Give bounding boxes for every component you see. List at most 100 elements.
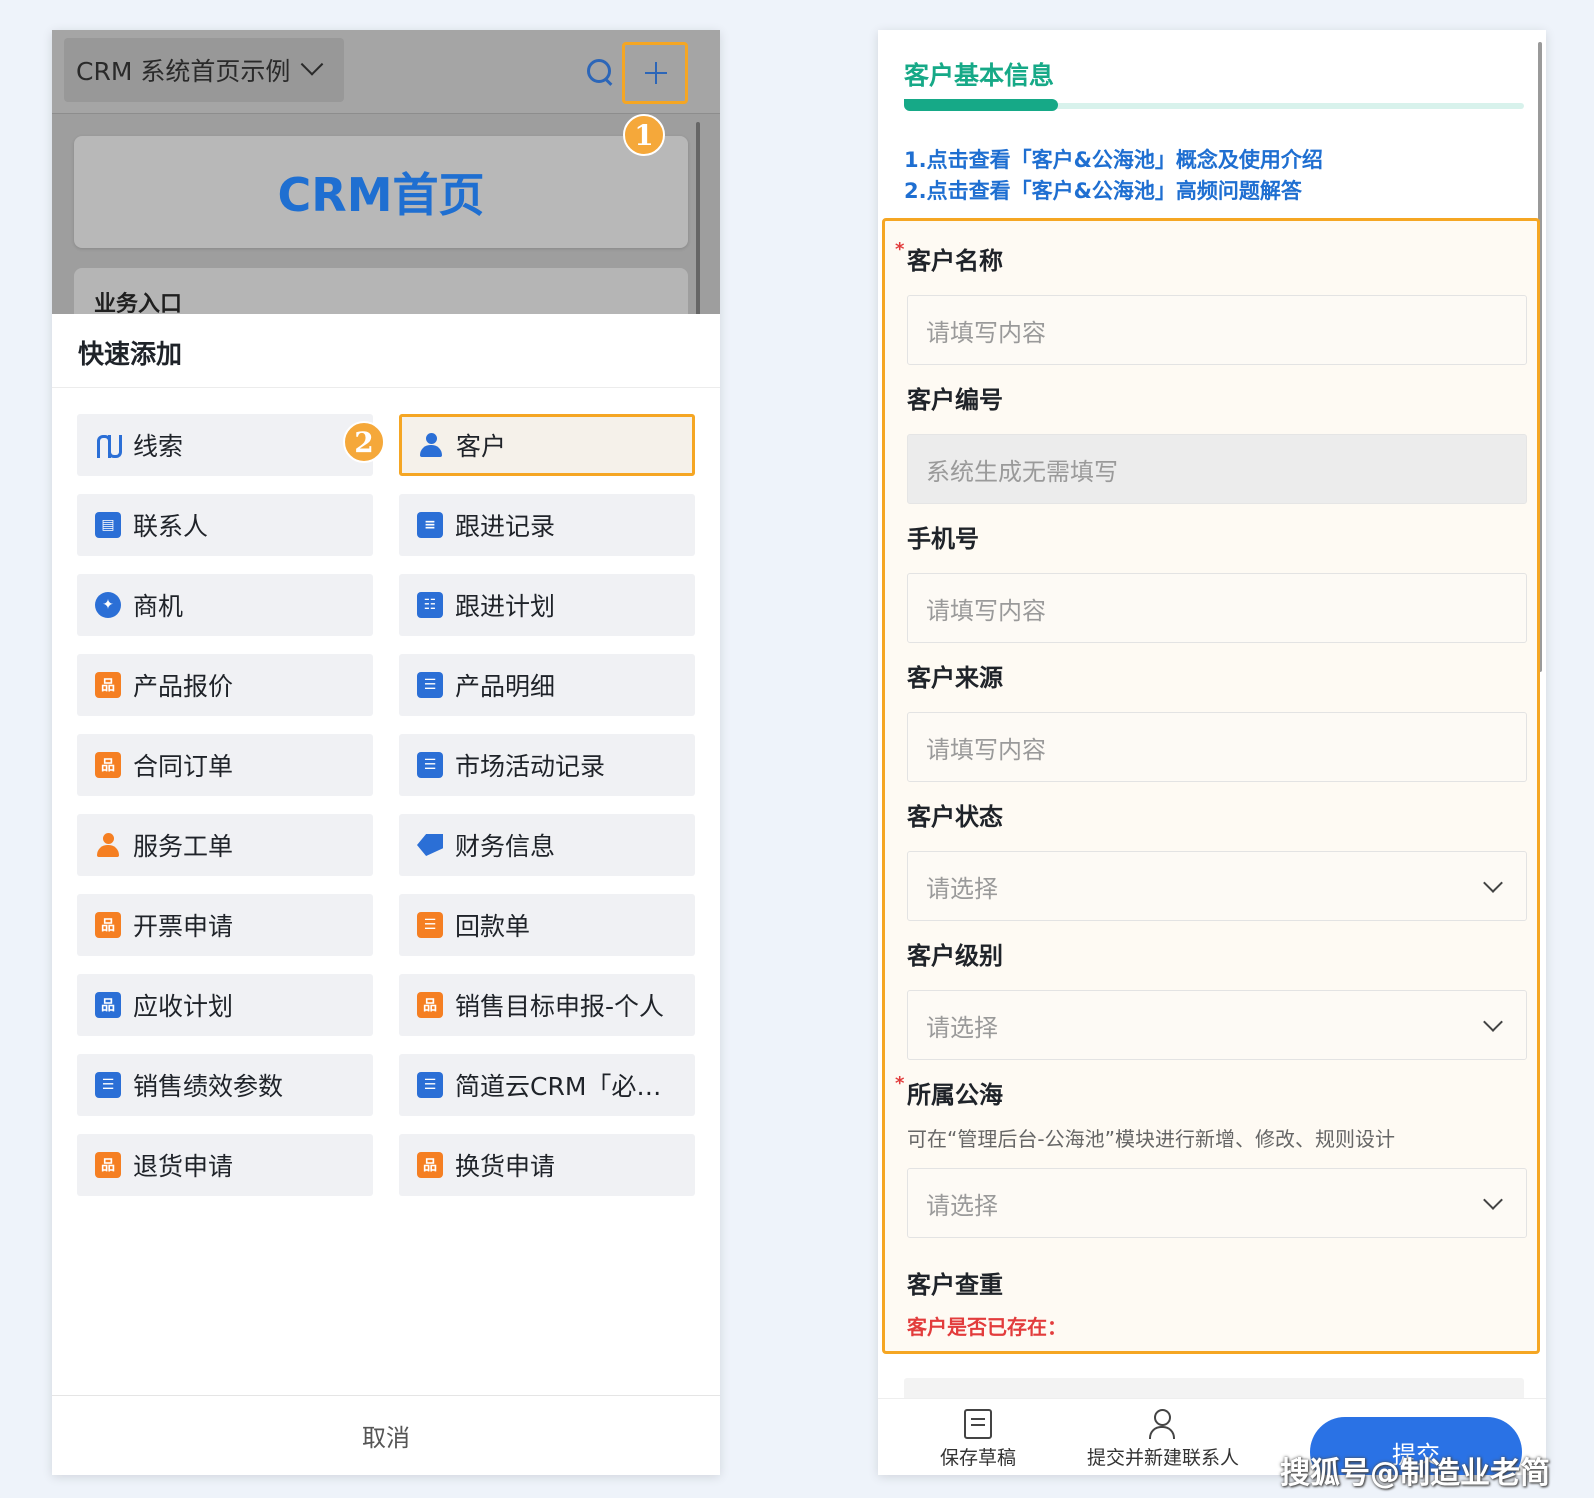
field-duplicate-check: 客户查重 (907, 1265, 1527, 1299)
field-label: 客户编号 (907, 386, 1003, 414)
field-label: 客户状态 (907, 803, 1003, 831)
item-label: 退货申请 (133, 1152, 234, 1181)
item-label: 产品报价 (133, 672, 234, 701)
item-label: 跟进记录 (455, 512, 556, 541)
placeholder: 系统生成无需填写 (926, 457, 1118, 486)
field-customer-number: 客户编号 系统生成无需填写 (907, 380, 1527, 504)
quick-add-opportunity[interactable]: ✦ 商机 (77, 574, 373, 636)
step-badge-1: 1 (623, 114, 665, 156)
quick-add-product-quote[interactable]: 品产品报价 (77, 654, 373, 716)
item-label: 跟进计划 (455, 592, 556, 621)
submit-and-new-contact-button[interactable]: 提交并新建联系人 (1078, 1409, 1248, 1470)
field-label: 客户来源 (907, 664, 1003, 692)
quick-add-return-request[interactable]: 品退货申请 (77, 1134, 373, 1196)
field-label: 客户名称 (907, 247, 1003, 275)
chevron-down-icon (1483, 1190, 1503, 1210)
quick-add-contact[interactable]: ▤ 联系人 (77, 494, 373, 556)
item-label: 商机 (133, 592, 184, 621)
quick-add-lead[interactable]: 线索 (77, 414, 373, 476)
quick-add-service-ticket[interactable]: 服务工单 (77, 814, 373, 876)
quick-add-screen: CRM 系统首页示例 CRM首页 业务入口 快速添加 线索 客户 ▤ 联系人 ≡ 跟… (52, 30, 720, 1475)
phone-input[interactable]: 请填写内容 (907, 573, 1527, 643)
customer-status-select[interactable]: 请选择 (907, 851, 1527, 921)
item-label: 合同订单 (133, 752, 234, 781)
item-label: 产品明细 (455, 672, 556, 701)
public-pool-select[interactable]: 请选择 (907, 1168, 1527, 1238)
item-label: 财务信息 (455, 832, 556, 861)
quick-add-sales-performance[interactable]: ☰ 销售绩效参数 (77, 1054, 373, 1116)
quick-add-follow-plan[interactable]: ☷ 跟进计划 (399, 574, 695, 636)
calendar-icon: ☷ (417, 592, 443, 618)
quick-add-contract-order[interactable]: 品合同订单 (77, 734, 373, 796)
list-doc-icon: ☰ (417, 1072, 443, 1098)
customer-icon (418, 432, 444, 458)
quick-add-customer[interactable]: 客户 (399, 414, 695, 476)
org-doc-icon: 品 (95, 912, 121, 938)
scrollbar[interactable] (696, 122, 700, 320)
customer-source-input[interactable]: 请填写内容 (907, 712, 1527, 782)
list-doc-icon: ☰ (417, 672, 443, 698)
quick-add-market-activity[interactable]: ☰ 市场活动记录 (399, 734, 695, 796)
item-label: 应收计划 (133, 992, 234, 1021)
field-hint: 可在“管理后台-公海池”模块进行新增、修改、规则设计 (907, 1127, 1395, 1151)
field-customer-source: 客户来源 请填写内容 (907, 658, 1527, 782)
section-title: 客户基本信息 (904, 61, 1055, 90)
item-label: 服务工单 (133, 832, 234, 861)
item-label: 客户 (456, 432, 507, 461)
placeholder: 请选择 (926, 874, 998, 903)
quick-add-exchange-request[interactable]: 品换货申请 (399, 1134, 695, 1196)
quick-add-receivable-plan[interactable]: 品应收计划 (77, 974, 373, 1036)
add-button[interactable] (622, 42, 688, 104)
dimmed-homepage: CRM 系统首页示例 CRM首页 业务入口 (52, 30, 720, 320)
placeholder: 请填写内容 (926, 318, 1046, 347)
help-link-intro[interactable]: 1.点击查看「客户&公海池」概念及使用介绍 (904, 144, 1323, 174)
quick-add-grid: 线索 客户 ▤ 联系人 ≡ 跟进记录 ✦ 商机 ☷ 跟进计划 品产品报价 ☰ 产品明细 品… (77, 414, 697, 1196)
quick-add-finance-info[interactable]: 财务信息 (399, 814, 695, 876)
draft-icon (964, 1409, 992, 1439)
button-label: 提交并新建联系人 (1086, 1447, 1239, 1469)
quick-add-follow-record[interactable]: ≡ 跟进记录 (399, 494, 695, 556)
contact-card-icon: ▤ (95, 512, 121, 538)
chevron-down-icon (1483, 1012, 1503, 1032)
customer-number-input: 系统生成无需填写 (907, 434, 1527, 504)
watermark: 搜狐号@制造业老简 (1280, 1456, 1550, 1491)
placeholder: 请选择 (926, 1191, 998, 1220)
section-tab-indicator (904, 99, 1058, 111)
save-draft-button[interactable]: 保存草稿 (928, 1409, 1028, 1470)
placeholder: 请填写内容 (926, 596, 1046, 625)
quick-add-sales-target[interactable]: 品销售目标申报-个人 (399, 974, 695, 1036)
list-doc-icon: ☰ (417, 752, 443, 778)
quick-add-sheet: 快速添加 线索 客户 ▤ 联系人 ≡ 跟进记录 ✦ 商机 ☷ 跟进计划 品产品报价 ☰ 产… (52, 314, 720, 1475)
help-link-faq[interactable]: 2.点击查看「客户&公海池」高频问题解答 (904, 175, 1302, 205)
customer-level-select[interactable]: 请选择 (907, 990, 1527, 1060)
customer-form: * 客户名称 请填写内容 客户编号 系统生成无需填写 手机号 请填写内容 客户来源… (882, 218, 1540, 1354)
cancel-button[interactable]: 取消 (52, 1395, 720, 1475)
chevron-down-icon (1483, 873, 1503, 893)
field-public-pool: * 所属公海 可在“管理后台-公海池”模块进行新增、修改、规则设计 请选择 (895, 1073, 1527, 1238)
item-label: 销售目标申报-个人 (455, 992, 665, 1021)
business-entry-card: 业务入口 (74, 268, 688, 320)
item-label: 销售绩效参数 (133, 1072, 284, 1101)
lead-icon (95, 432, 122, 458)
person-icon (95, 832, 121, 858)
org-doc-icon: 品 (95, 752, 121, 778)
list-doc-icon: ☰ (95, 1072, 121, 1098)
search-icon[interactable] (584, 56, 616, 88)
item-label: 线索 (133, 432, 184, 461)
opportunity-icon: ✦ (95, 592, 121, 618)
duplicate-question: 客户是否已存在： (907, 1315, 1067, 1339)
field-customer-level: 客户级别 请选择 (907, 936, 1527, 1060)
chevron-down-icon (301, 53, 324, 76)
quick-add-invoice-request[interactable]: 品开票申请 (77, 894, 373, 956)
field-customer-name: * 客户名称 请填写内容 (895, 239, 1527, 365)
quick-add-payment-receipt[interactable]: ☰ 回款单 (399, 894, 695, 956)
org-doc-icon: 品 (95, 672, 121, 698)
app-selector[interactable]: CRM 系统首页示例 (64, 38, 344, 102)
customer-form-screen: 客户基本信息 1.点击查看「客户&公海池」概念及使用介绍 2.点击查看「客户&公… (878, 30, 1546, 1475)
placeholder: 请填写内容 (926, 735, 1046, 764)
customer-name-input[interactable]: 请填写内容 (907, 295, 1527, 365)
quick-add-jiandaoyun-crm[interactable]: ☰ 简道云CRM「必… (399, 1054, 695, 1116)
org-doc-icon: 品 (95, 992, 121, 1018)
quick-add-product-detail[interactable]: ☰ 产品明细 (399, 654, 695, 716)
required-mark: * (895, 1073, 905, 1094)
